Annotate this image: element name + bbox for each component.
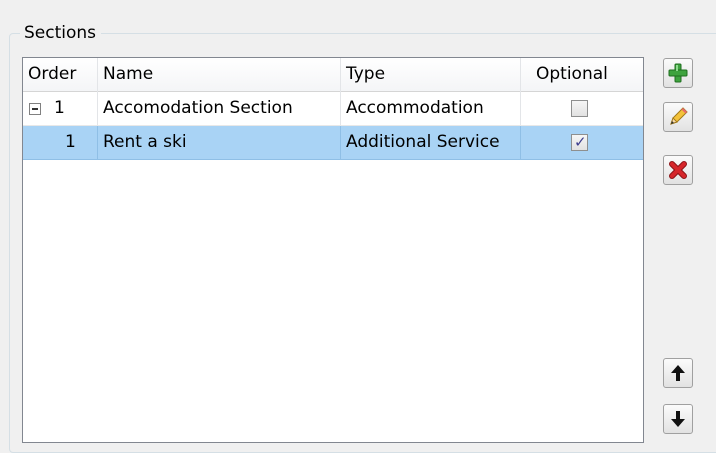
optional-checkbox[interactable] bbox=[571, 100, 588, 117]
add-section-button[interactable] bbox=[663, 58, 693, 88]
checkmark-icon: ✓ bbox=[574, 133, 587, 151]
column-header-name[interactable]: Name bbox=[98, 58, 341, 92]
edit-section-button[interactable] bbox=[663, 102, 693, 132]
delete-section-button[interactable] bbox=[663, 155, 693, 185]
name-cell: Rent a ski bbox=[98, 126, 341, 159]
plus-icon bbox=[668, 63, 688, 83]
column-header-order[interactable]: Order bbox=[23, 58, 98, 92]
move-down-button[interactable] bbox=[663, 404, 693, 434]
sections-grid[interactable]: Order Name Type Optional 1 Accomodation … bbox=[22, 57, 644, 443]
x-icon bbox=[668, 160, 688, 180]
grid-header: Order Name Type Optional bbox=[23, 58, 643, 92]
table-row[interactable]: 1 Accomodation Section Accommodation bbox=[23, 92, 643, 126]
arrow-up-icon bbox=[670, 364, 686, 382]
optional-checkbox[interactable]: ✓ bbox=[571, 133, 588, 151]
optional-cell: ✓ bbox=[521, 126, 643, 159]
type-cell: Accommodation bbox=[341, 92, 521, 125]
order-cell: 1 bbox=[23, 126, 98, 159]
groupbox-title: Sections bbox=[20, 20, 102, 46]
type-cell: Additional Service bbox=[341, 126, 521, 159]
order-value: 1 bbox=[54, 98, 65, 118]
collapse-icon[interactable] bbox=[29, 103, 41, 115]
move-up-button[interactable] bbox=[663, 358, 693, 388]
order-cell: 1 bbox=[23, 92, 98, 125]
column-header-type[interactable]: Type bbox=[341, 58, 521, 92]
table-row-selected[interactable]: 1 Rent a ski Additional Service ✓ bbox=[23, 126, 643, 160]
order-value: 1 bbox=[65, 132, 76, 152]
pencil-icon bbox=[667, 106, 689, 128]
column-header-optional[interactable]: Optional bbox=[521, 58, 643, 92]
optional-cell bbox=[521, 92, 643, 125]
arrow-down-icon bbox=[670, 410, 686, 428]
name-cell: Accomodation Section bbox=[98, 92, 341, 125]
